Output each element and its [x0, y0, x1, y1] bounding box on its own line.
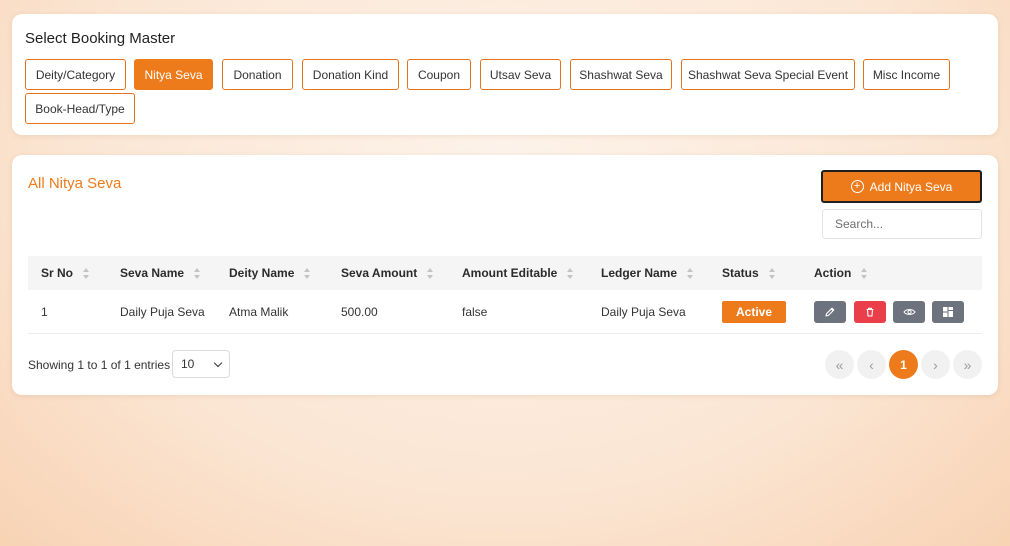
option-deity-category[interactable]: Deity/Category — [25, 59, 126, 90]
option-donation[interactable]: Donation — [222, 59, 293, 90]
column-status[interactable]: Status — [722, 256, 776, 290]
next-page-button[interactable]: › — [921, 350, 950, 379]
last-page-button[interactable]: » — [953, 350, 982, 379]
page-1-button[interactable]: 1 — [889, 350, 918, 379]
delete-button[interactable] — [854, 301, 886, 323]
sort-icon — [304, 267, 311, 279]
table-row: 1 Daily Puja Seva Atma Malik 500.00 fals… — [28, 290, 982, 334]
option-misc-income[interactable]: Misc Income — [863, 59, 950, 90]
cell-sr-no: 1 — [41, 305, 48, 319]
sort-icon — [83, 267, 90, 279]
option-nitya-seva[interactable]: Nitya Seva — [134, 59, 213, 90]
column-seva-amount[interactable]: Seva Amount — [341, 256, 434, 290]
option-coupon[interactable]: Coupon — [407, 59, 471, 90]
option-donation-kind[interactable]: Donation Kind — [302, 59, 399, 90]
eye-icon — [902, 309, 916, 315]
option-shashwat-seva[interactable]: Shashwat Seva — [570, 59, 672, 90]
sort-icon — [567, 267, 574, 279]
trash-icon — [866, 307, 874, 317]
cell-ledger-name: Daily Puja Seva — [601, 305, 686, 319]
sort-icon — [687, 267, 694, 279]
more-options-button[interactable] — [932, 301, 964, 323]
cell-deity-name: Atma Malik — [229, 305, 289, 319]
column-seva-name[interactable]: Seva Name — [120, 256, 201, 290]
section-title: All Nitya Seva — [28, 175, 122, 192]
add-button-label: Add Nitya Seva — [869, 179, 953, 194]
table-header: Sr No Seva Name Deity Name Seva Amount A… — [28, 256, 982, 290]
entries-info: Showing 1 to 1 of 1 entries — [28, 358, 171, 372]
column-sr-no[interactable]: Sr No — [41, 256, 90, 290]
sort-icon — [861, 267, 868, 279]
option-shashwat-seva-special-event[interactable]: Shashwat Seva Special Event — [681, 59, 855, 90]
prev-page-button[interactable]: ‹ — [857, 350, 886, 379]
page-size-value: 10 — [181, 357, 195, 371]
sort-icon — [194, 267, 201, 279]
booking-master-title: Select Booking Master — [25, 30, 176, 47]
sort-icon — [768, 267, 776, 279]
edit-button[interactable] — [814, 301, 846, 323]
add-nitya-seva-button[interactable]: + Add Nitya Seva — [821, 170, 982, 203]
pencil-icon — [825, 307, 835, 317]
status-badge[interactable]: Active — [722, 301, 786, 323]
view-button[interactable] — [893, 301, 925, 323]
column-action[interactable]: Action — [814, 256, 868, 290]
grid-icon — [943, 307, 953, 317]
search-input[interactable] — [822, 209, 982, 239]
plus-circle-icon: + — [850, 180, 864, 193]
option-utsav-seva[interactable]: Utsav Seva — [480, 59, 561, 90]
cell-seva-amount: 500.00 — [341, 305, 378, 319]
cell-amount-editable: false — [462, 305, 488, 319]
first-page-button[interactable]: « — [825, 350, 854, 379]
column-deity-name[interactable]: Deity Name — [229, 256, 311, 290]
page-size-select[interactable]: 10 — [172, 350, 230, 378]
chevron-down-icon — [213, 358, 223, 367]
booking-master-card: Select Booking Master Deity/Category Nit… — [12, 14, 998, 135]
sort-icon — [427, 267, 434, 279]
column-amount-editable[interactable]: Amount Editable — [462, 256, 574, 290]
nitya-seva-card: All Nitya Seva + Add Nitya Seva Sr No Se… — [12, 155, 998, 395]
cell-seva-name: Daily Puja Seva — [120, 305, 205, 319]
cell-status: Active — [722, 290, 786, 334]
option-book-head-type[interactable]: Book-Head/Type — [25, 93, 135, 124]
column-ledger-name[interactable]: Ledger Name — [601, 256, 694, 290]
